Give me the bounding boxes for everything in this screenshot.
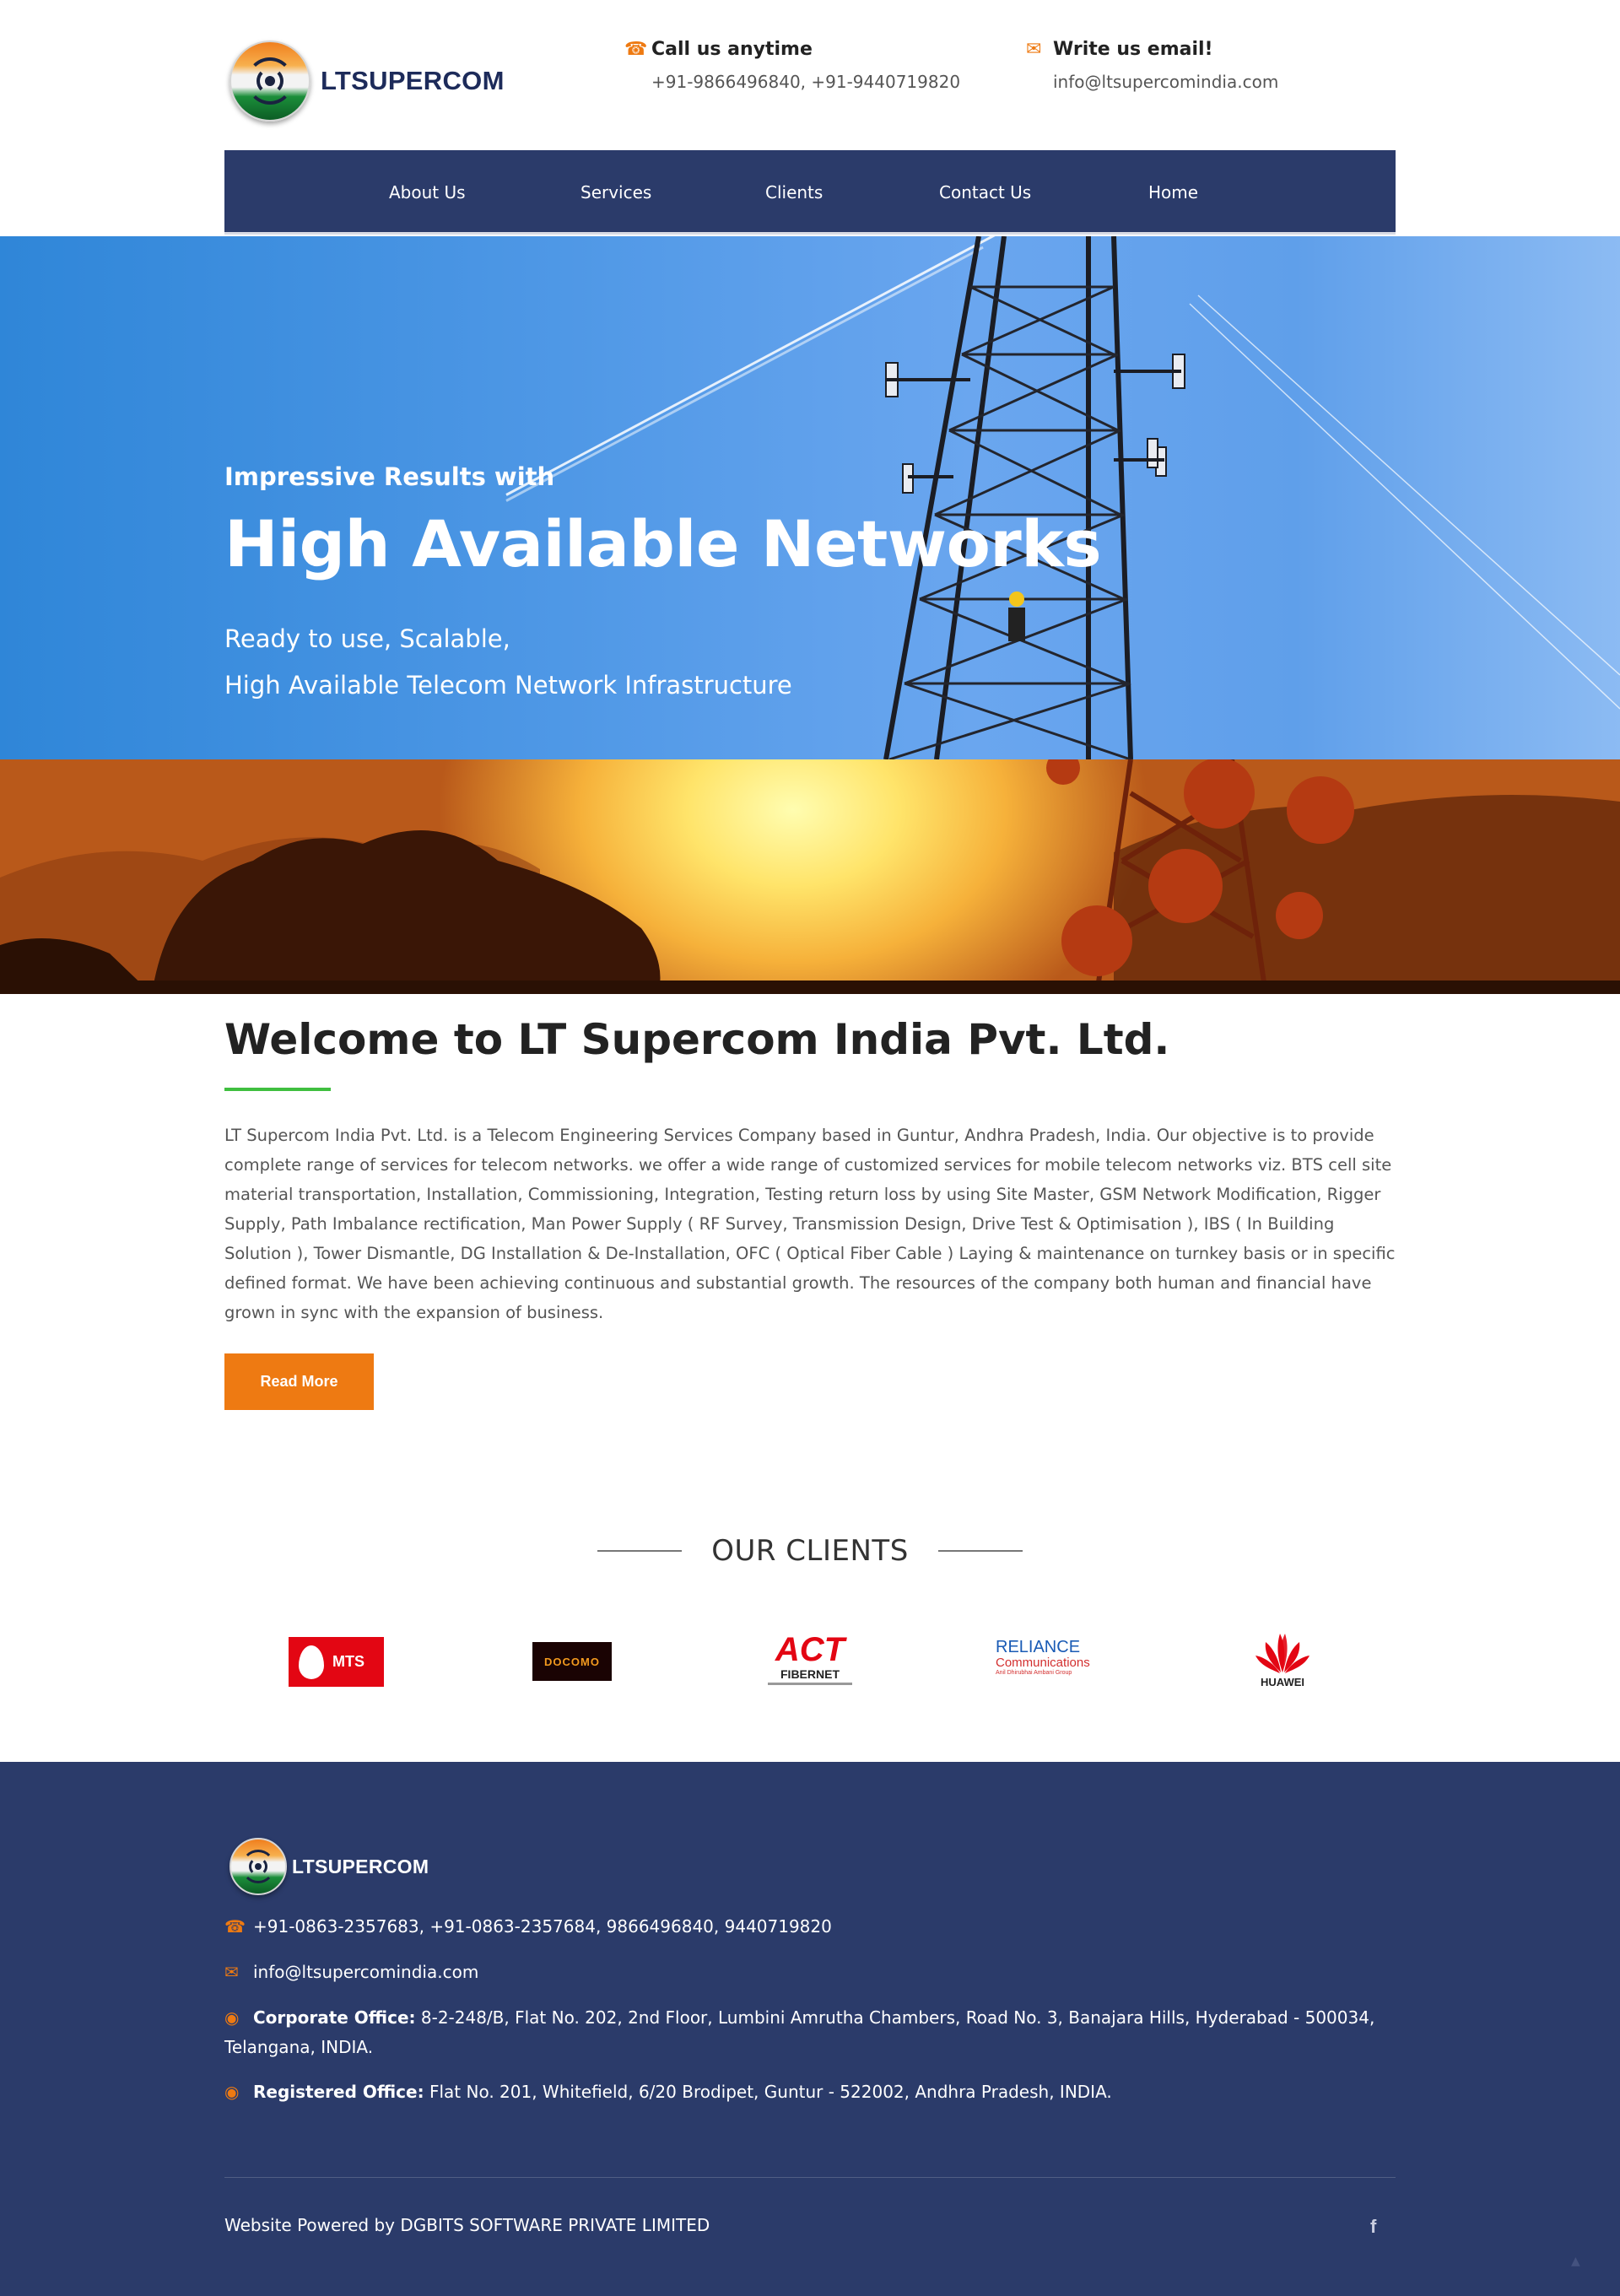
- header-phone-block: ☎ Call us anytime +91-9866496840, +91-94…: [624, 39, 960, 92]
- docomo-label: DOCOMO: [544, 1655, 600, 1668]
- mts-label: MTS: [332, 1653, 364, 1670]
- footer-logo[interactable]: LTSUPERCOM: [230, 1838, 429, 1895]
- logo-text: LTSUPERCOM: [321, 66, 505, 95]
- envelope-icon: ✉: [224, 1962, 239, 1982]
- phone-heading: Call us anytime: [651, 39, 813, 60]
- mts-egg-icon: [299, 1645, 324, 1679]
- phone-icon: ☎: [624, 39, 648, 60]
- heading-underline: [224, 1088, 331, 1091]
- footer-email[interactable]: info@ltsupercomindia.com: [253, 1962, 478, 1982]
- reliance-communications-label: Communications: [996, 1656, 1090, 1670]
- facebook-icon[interactable]: f: [1370, 2216, 1376, 2238]
- footer-corporate-row: ◉ Corporate Office: 8-2-248/B, Flat No. 2…: [224, 2003, 1397, 2062]
- nav-clients[interactable]: Clients: [765, 150, 823, 235]
- nav-services[interactable]: Services: [580, 150, 651, 235]
- email-heading: Write us email!: [1053, 39, 1213, 60]
- sunset-silhouette-illustration: [0, 759, 1620, 994]
- hero-desc-line-1: Ready to use, Scalable,: [224, 624, 510, 653]
- nav-about-us[interactable]: About Us: [389, 150, 466, 235]
- phone-value[interactable]: +91-9866496840, +91-9440719820: [651, 72, 960, 92]
- map-marker-icon: ◉: [224, 2082, 240, 2102]
- huawei-petals-icon: [1256, 1634, 1310, 1673]
- client-logo-reliance[interactable]: RELIANCE Communications Anil Dhirubhai A…: [996, 1638, 1097, 1685]
- act-label: ACT: [775, 1631, 845, 1668]
- email-value[interactable]: info@ltsupercomindia.com: [1053, 72, 1278, 92]
- footer-email-row: ✉ info@ltsupercomindia.com: [224, 1958, 1397, 1987]
- footer-logo-text: LTSUPERCOM: [292, 1855, 429, 1877]
- welcome-paragraph: LT Supercom India Pvt. Ltd. is a Telecom…: [224, 1126, 1396, 1322]
- sunset-tower-banner: [0, 759, 1620, 994]
- clients-heading: OUR CLIENTS: [0, 1534, 1620, 1568]
- heading-rule-right: [937, 1550, 1023, 1552]
- nav-home[interactable]: Home: [1148, 150, 1198, 235]
- heading-rule-left: [597, 1550, 683, 1552]
- reliance-group-label: Anil Dhirubhai Ambani Group: [996, 1670, 1072, 1676]
- signal-logo-icon: [230, 41, 310, 122]
- act-underline: [768, 1683, 852, 1685]
- map-marker-icon: ◉: [224, 2007, 240, 2028]
- read-more-button[interactable]: Read More: [224, 1353, 374, 1410]
- header-email-block: ✉ Write us email! info@ltsupercomindia.c…: [1026, 39, 1278, 92]
- phone-icon: ☎: [224, 1916, 246, 1937]
- huawei-label: HUAWEI: [1261, 1676, 1304, 1688]
- hero-desc-line-2: High Available Telecom Network Infrastru…: [224, 671, 792, 700]
- corporate-label: Corporate Office:: [253, 2007, 416, 2028]
- fibernet-label: FIBERNET: [780, 1667, 840, 1681]
- scroll-up-icon[interactable]: ▲: [1571, 2255, 1580, 2268]
- client-logo-docomo[interactable]: DOCOMO: [532, 1642, 612, 1681]
- reliance-label: RELIANCE: [996, 1638, 1081, 1656]
- hero-banner: Impressive Results with High Available N…: [0, 236, 1620, 759]
- footer-phone-row: ☎ +91-0863-2357683, +91-0863-2357684, 986…: [224, 1912, 1397, 1942]
- registered-address: Flat No. 201, Whitefield, 6/20 Brodipet,…: [429, 2082, 1112, 2102]
- envelope-icon: ✉: [1026, 39, 1042, 60]
- hero-subtitle: Impressive Results with: [224, 462, 555, 491]
- footer-signal-logo-icon: [230, 1838, 287, 1895]
- hero-title: High Available Networks: [224, 506, 1102, 581]
- site-footer: LTSUPERCOM ☎ +91-0863-2357683, +91-0863-2…: [0, 1762, 1620, 2296]
- footer-phone[interactable]: +91-0863-2357683, +91-0863-2357684, 9866…: [253, 1916, 832, 1937]
- footer-registered-row: ◉ Registered Office: Flat No. 201, Whitef…: [224, 2077, 1397, 2107]
- telecom-tower-illustration: [883, 236, 1620, 759]
- client-logo-huawei[interactable]: HUAWEI: [1252, 1630, 1313, 1693]
- registered-label: Registered Office:: [253, 2082, 424, 2102]
- welcome-heading: Welcome to LT Supercom India Pvt. Ltd.: [224, 1015, 1170, 1064]
- main-nav: About Us Services Clients Contact Us Hom…: [224, 150, 1396, 235]
- hero-description: Ready to use, Scalable, High Available T…: [224, 616, 792, 709]
- site-logo[interactable]: LTSUPERCOM: [230, 41, 505, 122]
- clients-heading-text: OUR CLIENTS: [711, 1534, 909, 1568]
- nav-contact-us[interactable]: Contact Us: [939, 150, 1031, 235]
- footer-divider: [224, 2177, 1396, 2178]
- powered-by-text[interactable]: Website Powered by DGBITS SOFTWARE PRIVA…: [224, 2215, 710, 2235]
- client-logo-act-fibernet[interactable]: ACT FIBERNET: [768, 1632, 852, 1691]
- client-logo-mts[interactable]: MTS: [289, 1637, 384, 1687]
- top-header: LTSUPERCOM ☎ Call us anytime +91-9866496…: [224, 0, 1396, 150]
